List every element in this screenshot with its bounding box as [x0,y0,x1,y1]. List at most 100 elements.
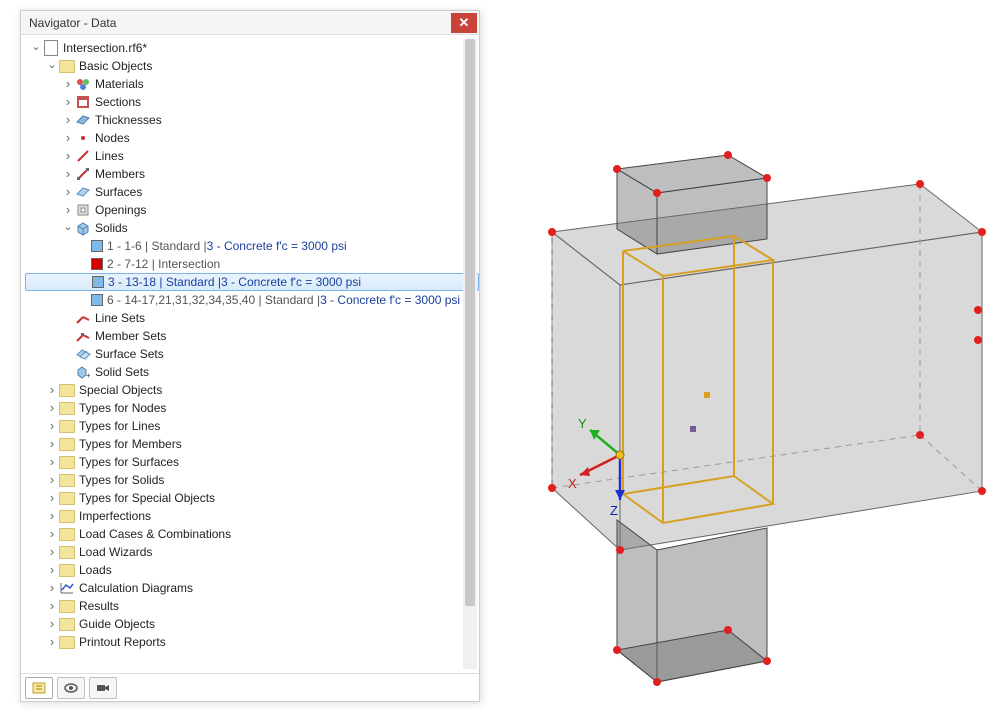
tree-category[interactable]: Types for Lines [25,417,479,435]
data-tab-icon [31,680,47,696]
expander-icon[interactable] [45,617,59,631]
navigator-panel: Navigator - Data ✕ Intersection.rf6* Bas… [20,10,480,702]
folder-icon [59,562,75,578]
eye-icon [63,680,79,696]
expander-icon[interactable] [45,545,59,559]
expander-icon[interactable] [29,41,43,55]
expander-icon[interactable] [45,509,59,523]
expander-icon[interactable] [45,581,59,595]
linesets-icon [75,310,91,326]
expander-icon[interactable] [45,599,59,613]
tab-views[interactable] [89,677,117,699]
tree-members[interactable]: Members [25,165,479,183]
expander-icon[interactable] [61,131,75,145]
folder-icon [59,418,75,434]
folder-icon [59,634,75,650]
expander-icon[interactable] [61,113,75,127]
solid-item-material: 3 - Concrete f'c = 3000 psi [207,239,347,253]
expander-icon[interactable] [61,203,75,217]
basic-objects-label: Basic Objects [79,59,152,73]
tree-basic-objects[interactable]: Basic Objects [25,57,479,75]
tree-category[interactable]: Printout Reports [25,633,479,651]
bottom-tabs [21,673,479,701]
tree-solid-item[interactable]: 6 - 14-17,21,31,32,34,35,40 | Standard |… [25,291,479,309]
expander-icon[interactable] [45,491,59,505]
expander-icon[interactable] [45,401,59,415]
category-label: Types for Members [79,437,182,451]
category-label: Load Cases & Combinations [79,527,231,541]
thicknesses-icon [75,112,91,128]
tree-openings[interactable]: Openings [25,201,479,219]
folder-icon [59,454,75,470]
tree-solid-item[interactable]: 1 - 1-6 | Standard | 3 - Concrete f'c = … [25,237,479,255]
tree-solid-sets[interactable]: + Solid Sets [25,363,479,381]
tree-surface-sets[interactable]: Surface Sets [25,345,479,363]
folder-icon [59,472,75,488]
expander-icon[interactable] [45,455,59,469]
tree-category[interactable]: Types for Solids [25,471,479,489]
solid-item-material: 3 - Concrete f'c = 3000 psi [320,293,460,307]
close-button[interactable]: ✕ [451,13,477,33]
tree-surfaces[interactable]: Surfaces [25,183,479,201]
model-viewport[interactable]: X Y Z [490,10,994,703]
tree-lines[interactable]: Lines [25,147,479,165]
expander-icon[interactable] [61,77,75,91]
item-label: Solid Sets [95,365,149,379]
tree-category[interactable]: Special Objects [25,381,479,399]
materials-icon [75,76,91,92]
item-label: Materials [95,77,144,91]
category-label: Types for Lines [79,419,160,433]
folder-icon [59,58,75,74]
membersets-icon [75,328,91,344]
tree-category[interactable]: Types for Members [25,435,479,453]
item-label: Member Sets [95,329,166,343]
tree-category[interactable]: Results [25,597,479,615]
expander-icon[interactable] [45,527,59,541]
tree-category[interactable]: Types for Nodes [25,399,479,417]
tree-root[interactable]: Intersection.rf6* [25,39,479,57]
expander-icon[interactable] [45,59,59,73]
category-label: Special Objects [79,383,162,397]
expander-icon[interactable] [45,473,59,487]
tree-solids[interactable]: Solids [25,219,479,237]
folder-icon [59,490,75,506]
tree-materials[interactable]: Materials [25,75,479,93]
expander-icon[interactable] [45,419,59,433]
tree-nodes[interactable]: Nodes [25,129,479,147]
tree-thicknesses[interactable]: Thicknesses [25,111,479,129]
expander-icon[interactable] [45,383,59,397]
tree-category[interactable]: Types for Surfaces [25,453,479,471]
axis-y-label: Y [578,416,587,431]
tab-display[interactable] [57,677,85,699]
tree-category[interactable]: Calculation Diagrams [25,579,479,597]
tree-category[interactable]: Load Cases & Combinations [25,525,479,543]
expander-icon[interactable] [61,221,75,235]
category-label: Types for Solids [79,473,164,487]
expander-icon[interactable] [45,563,59,577]
solids-icon [75,220,91,236]
solidsets-icon: + [75,364,91,380]
tree-sections[interactable]: Sections [25,93,479,111]
expander-icon[interactable] [45,635,59,649]
expander-icon[interactable] [45,437,59,451]
nodes-icon [75,130,91,146]
tree-category[interactable]: Load Wizards [25,543,479,561]
expander-icon[interactable] [61,95,75,109]
tree-solid-item[interactable]: 2 - 7-12 | Intersection [25,255,479,273]
tree-solid-item[interactable]: 3 - 13-18 | Standard | 3 - Concrete f'c … [25,273,479,291]
folder-icon [59,382,75,398]
folder-icon [59,616,75,632]
scrollbar[interactable] [463,39,477,669]
tree-category[interactable]: Types for Special Objects [25,489,479,507]
scrollbar-thumb[interactable] [465,39,475,606]
tab-data[interactable] [25,677,53,699]
tree-category[interactable]: Imperfections [25,507,479,525]
file-icon [43,40,59,56]
expander-icon[interactable] [61,149,75,163]
expander-icon[interactable] [61,185,75,199]
tree-category[interactable]: Loads [25,561,479,579]
expander-icon[interactable] [61,167,75,181]
tree-category[interactable]: Guide Objects [25,615,479,633]
tree-line-sets[interactable]: Line Sets [25,309,479,327]
tree-member-sets[interactable]: Member Sets [25,327,479,345]
